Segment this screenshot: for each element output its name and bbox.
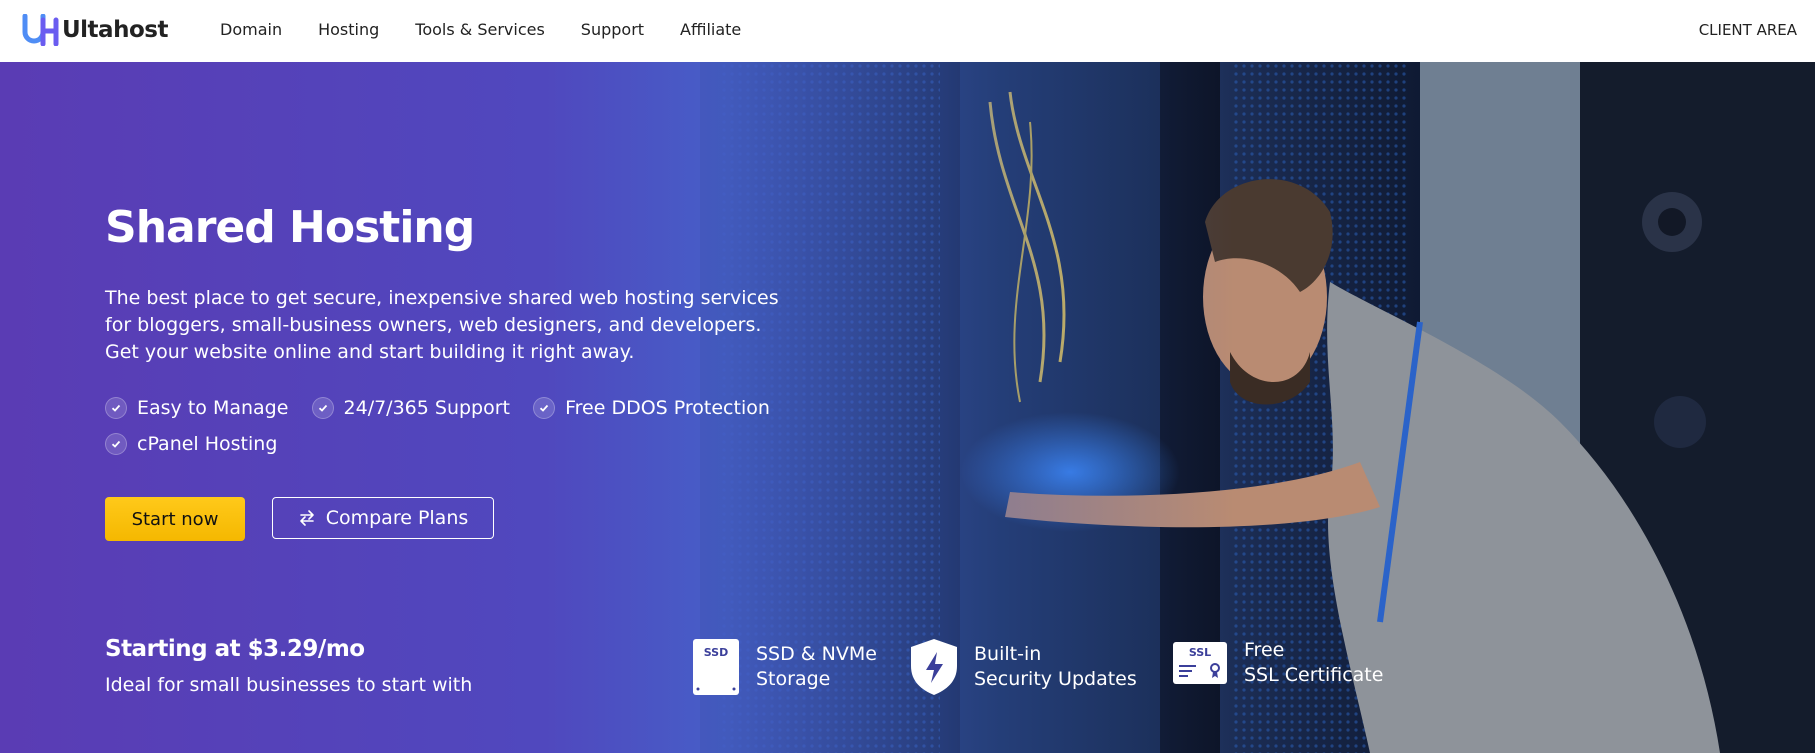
ssd-icon: SSD (693, 639, 739, 695)
brand-logo[interactable]: Ultahost (22, 13, 168, 47)
nav-tools-services[interactable]: Tools & Services (415, 20, 545, 39)
perk-ssd-storage: SSD SSD & NVMe Storage (692, 638, 877, 696)
svg-text:SSD: SSD (704, 646, 728, 659)
nav-affiliate[interactable]: Affiliate (680, 20, 741, 39)
perk-security-updates: Built-in Security Updates (910, 638, 1137, 696)
page-title: Shared Hosting (105, 202, 475, 253)
nav-support[interactable]: Support (581, 20, 644, 39)
feature-item: 24/7/365 Support (311, 397, 510, 419)
price-subtext: Ideal for small businesses to start with (105, 674, 473, 696)
compare-plans-button[interactable]: Compare Plans (272, 497, 494, 539)
ssl-certificate-icon: SSL (1173, 642, 1227, 684)
feature-list: Easy to Manage 24/7/365 Support Free DDO… (105, 397, 805, 469)
brand-name: Ultahost (62, 17, 168, 43)
client-area-link[interactable]: CLIENT AREA (1699, 21, 1797, 39)
hero-section: Shared Hosting The best place to get sec… (0, 62, 1815, 753)
ultahost-logo-icon (22, 13, 60, 47)
top-navbar: Ultahost Domain Hosting Tools & Services… (0, 0, 1815, 62)
svg-text:SSL: SSL (1189, 646, 1211, 659)
shield-bolt-icon (911, 639, 957, 695)
feature-item: Free DDOS Protection (533, 397, 770, 419)
price-headline: Starting at $3.29/mo (105, 636, 365, 662)
nav-domain[interactable]: Domain (220, 20, 282, 39)
check-icon (533, 397, 556, 419)
check-icon (105, 433, 127, 455)
nav-hosting[interactable]: Hosting (318, 20, 379, 39)
hero-description: The best place to get secure, inexpensiv… (105, 287, 779, 363)
check-icon (311, 397, 334, 419)
perk-ssl-certificate: SSL Free SSL Certificate (1172, 638, 1383, 688)
start-now-button[interactable]: Start now (105, 497, 245, 541)
feature-item: Easy to Manage (105, 397, 288, 419)
main-menu: Domain Hosting Tools & Services Support … (220, 20, 777, 39)
swap-arrows-icon (299, 510, 314, 526)
feature-item: cPanel Hosting (105, 433, 277, 455)
check-icon (105, 397, 127, 419)
